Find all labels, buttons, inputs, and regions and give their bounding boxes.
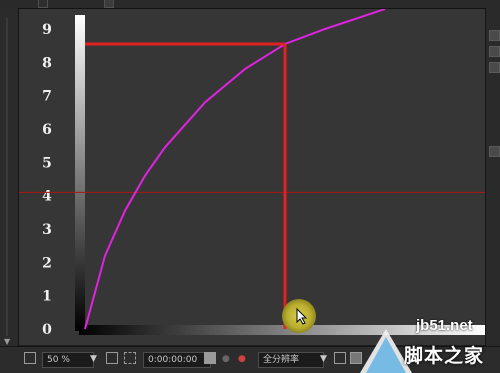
timecode-value: 0:00:00:00 [148, 355, 198, 365]
y-tick-labels: 0 1 2 3 4 5 6 7 8 9 [42, 22, 52, 338]
tab-composition[interactable] [38, 0, 48, 8]
y-tick-label: 3 [42, 222, 52, 238]
region-of-interest-icon[interactable] [334, 352, 346, 364]
scroll-down-arrow-icon[interactable]: ▼ [4, 337, 10, 346]
panel-button-2[interactable] [489, 46, 500, 57]
panel-button-4[interactable] [489, 146, 500, 157]
y-tick-label: 9 [42, 22, 52, 38]
watermark-name: 脚本之家 [404, 345, 485, 367]
left-rail-track [6, 18, 8, 336]
panel-button-1[interactable] [489, 30, 500, 41]
grid-icon[interactable] [106, 352, 118, 364]
zoom-dropdown-arrow-icon[interactable]: ▼ [90, 352, 97, 366]
timecode-field[interactable]: 0:00:00:00 [143, 352, 211, 368]
y-tick-label: 8 [42, 55, 52, 71]
mouse-cursor-icon [282, 299, 316, 333]
resolution-dropdown-arrow-icon[interactable]: ▼ [320, 352, 327, 366]
resolution-select[interactable]: 全分辨率 [258, 352, 324, 368]
channel-rgb-icon[interactable]: ● [238, 352, 246, 366]
y-tick-label: 0 [42, 322, 52, 338]
show-snapshot-icon[interactable]: ● [222, 352, 230, 366]
panel-button-3[interactable] [489, 62, 500, 73]
right-panel-rail[interactable] [485, 8, 500, 346]
viewer-canvas[interactable]: 0 1 2 3 4 5 6 7 8 9 [19, 8, 485, 345]
left-scroll-rail[interactable]: ▼ [0, 8, 19, 346]
site-watermark: jb51.net 脚本之家 [360, 311, 500, 373]
composition-viewer-window: ▼ 0 1 2 3 4 5 6 7 8 9 50 % ▼ 0:00:00:00 ● ● 全分辨率 … [0, 0, 500, 373]
resolution-value: 全分辨率 [263, 355, 300, 365]
graph-chart: 0 1 2 3 4 5 6 7 8 9 [19, 8, 485, 338]
y-tick-label: 7 [42, 89, 52, 105]
y-tick-label: 6 [42, 122, 52, 138]
y-gradient-axis [75, 15, 85, 331]
viewer-tab-strip [0, 0, 500, 9]
tab-layer[interactable] [104, 0, 114, 8]
y-tick-label: 5 [42, 155, 52, 171]
snapshot-camera-icon[interactable] [204, 352, 216, 364]
y-tick-label: 4 [42, 189, 52, 205]
mask-visibility-icon[interactable] [124, 352, 136, 364]
zoom-value: 50 % [47, 355, 70, 365]
y-tick-label: 1 [42, 289, 52, 305]
y-tick-label: 2 [42, 255, 52, 271]
always-preview-icon[interactable] [24, 352, 36, 364]
watermark-url: jb51.net [416, 317, 473, 334]
zoom-select[interactable]: 50 % [42, 352, 94, 368]
curve-series-line [84, 8, 386, 330]
